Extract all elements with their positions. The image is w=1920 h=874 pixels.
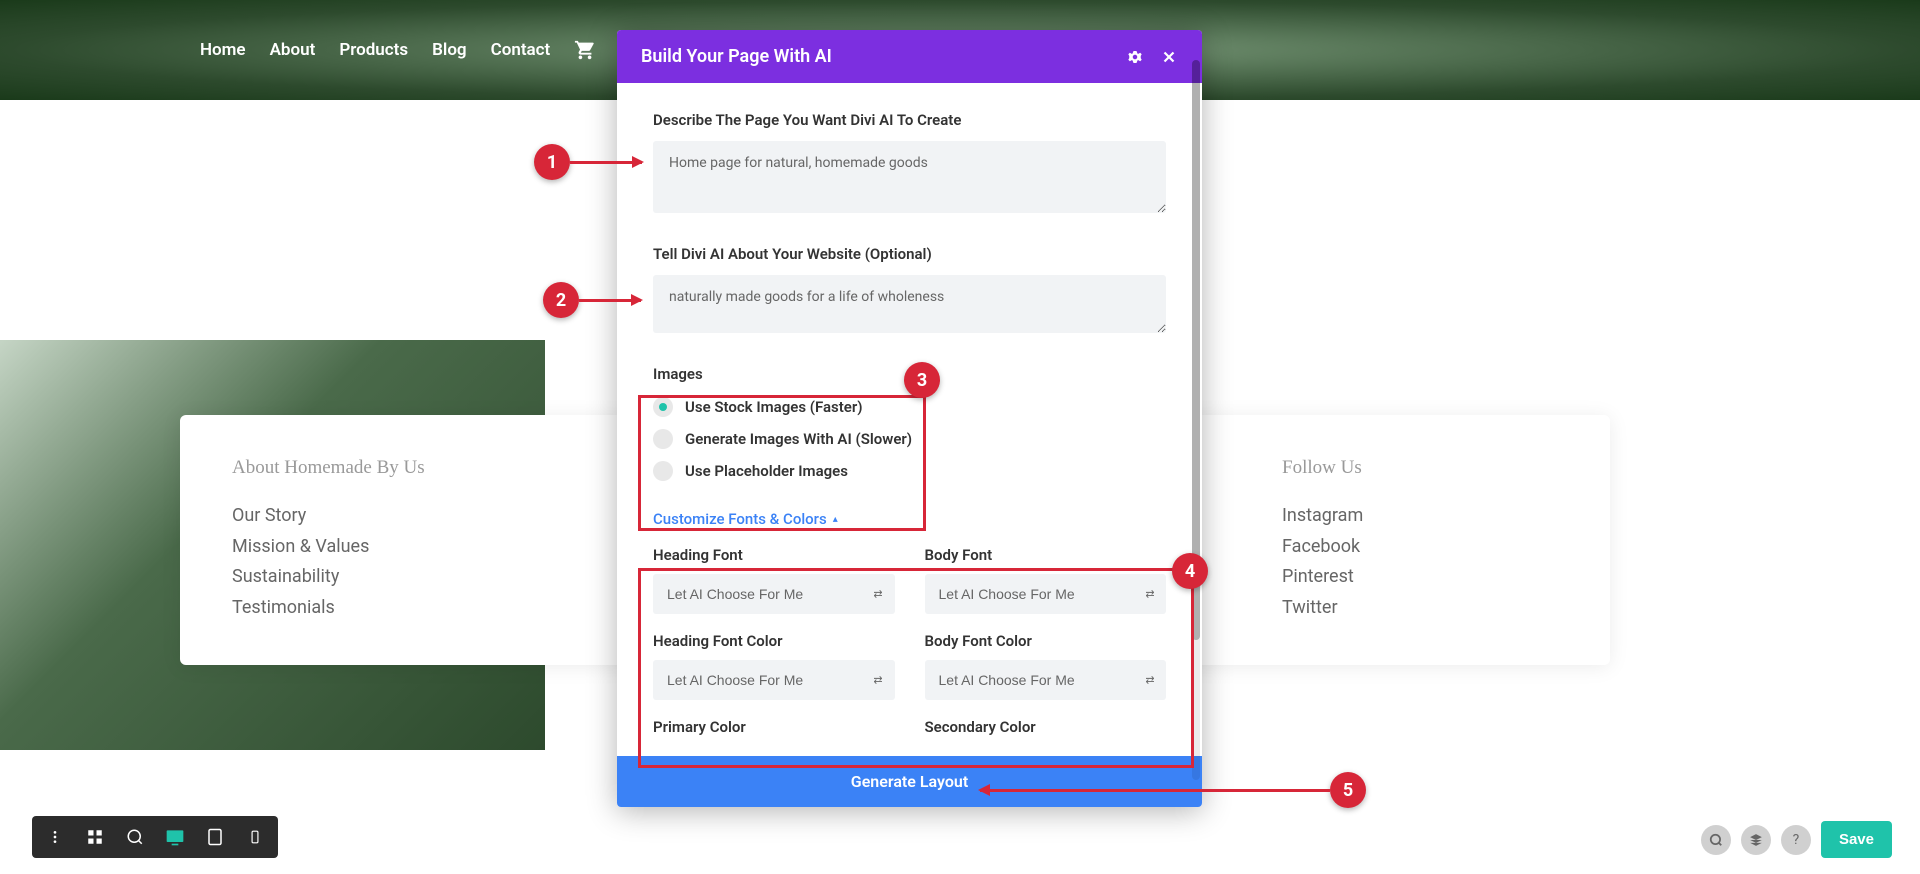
radio-circle-icon (653, 397, 673, 417)
footer-link[interactable]: Facebook (1282, 532, 1558, 563)
font-label: Heading Font (653, 546, 895, 564)
phone-icon[interactable] (242, 824, 268, 850)
nav-contact[interactable]: Contact (491, 40, 551, 60)
describe-label: Describe The Page You Want Divi AI To Cr… (653, 111, 1166, 129)
close-icon[interactable] (1160, 48, 1178, 66)
bottom-toolbar (32, 816, 278, 858)
modal-header-icons (1126, 48, 1178, 66)
heading-color-item: Heading Font Color Let AI Choose For Me (653, 632, 895, 700)
footer-link[interactable]: Our Story (232, 501, 508, 532)
font-label: Body Font Color (925, 632, 1167, 650)
footer-link[interactable]: Testimonials (232, 593, 508, 624)
radio-label: Generate Images With AI (Slower) (685, 430, 912, 448)
arrow-icon (570, 161, 642, 164)
font-grid: Heading Font Let AI Choose For Me Body F… (653, 546, 1166, 756)
annotation-badge: 2 (543, 282, 579, 318)
nav-home[interactable]: Home (200, 40, 246, 60)
gear-icon[interactable] (1126, 48, 1144, 66)
radio-label: Use Stock Images (Faster) (685, 398, 863, 416)
radio-circle-icon (653, 429, 673, 449)
tablet-icon[interactable] (202, 824, 228, 850)
ai-modal: Build Your Page With AI Describe The Pag… (617, 30, 1202, 807)
annotation-4: 4 (1172, 553, 1208, 589)
customize-toggle[interactable]: Customize Fonts & Colors (653, 510, 838, 528)
heading-font-item: Heading Font Let AI Choose For Me (653, 546, 895, 614)
radio-group: Use Stock Images (Faster) Generate Image… (653, 397, 1166, 481)
annotation-badge: 5 (1330, 772, 1366, 808)
annotation-badge: 1 (534, 144, 570, 180)
secondary-color-item: Secondary Color (925, 718, 1167, 736)
radio-ai[interactable]: Generate Images With AI (Slower) (653, 429, 1166, 449)
modal-header: Build Your Page With AI (617, 30, 1202, 83)
desktop-icon[interactable] (162, 824, 188, 850)
describe-group: Describe The Page You Want Divi AI To Cr… (653, 111, 1166, 217)
annotation-badge: 3 (904, 362, 940, 398)
body-color-select[interactable]: Let AI Choose For Me (925, 660, 1167, 700)
annotation-badge: 4 (1172, 553, 1208, 589)
arrow-icon (579, 299, 641, 302)
annotation-2: 2 (543, 282, 641, 318)
primary-color-item: Primary Color (653, 718, 895, 736)
footer-link[interactable]: Pinterest (1282, 562, 1558, 593)
save-button[interactable]: Save (1821, 821, 1892, 858)
annotation-5: 5 (980, 772, 1366, 808)
footer-link[interactable]: Sustainability (232, 562, 508, 593)
annotation-3: 3 (904, 362, 940, 398)
footer-col-about: About Homemade By Us Our Story Mission &… (232, 457, 508, 623)
zoom-icon[interactable] (122, 824, 148, 850)
modal-body: Describe The Page You Want Divi AI To Cr… (617, 83, 1202, 756)
tell-label: Tell Divi AI About Your Website (Optiona… (653, 245, 1166, 263)
wireframe-icon[interactable] (82, 824, 108, 850)
search-circle-icon[interactable] (1701, 825, 1731, 855)
menu-icon[interactable] (42, 824, 68, 850)
footer-link[interactable]: Twitter (1282, 593, 1558, 624)
font-label: Heading Font Color (653, 632, 895, 650)
nav-blog[interactable]: Blog (432, 40, 467, 60)
radio-label: Use Placeholder Images (685, 462, 848, 480)
tell-group: Tell Divi AI About Your Website (Optiona… (653, 245, 1166, 337)
footer-link[interactable]: Instagram (1282, 501, 1558, 532)
bottom-right-controls: ? Save (1701, 821, 1892, 858)
cart-icon[interactable] (574, 39, 596, 61)
body-font-item: Body Font Let AI Choose For Me (925, 546, 1167, 614)
layers-circle-icon[interactable] (1741, 825, 1771, 855)
body-font-select[interactable]: Let AI Choose For Me (925, 574, 1167, 614)
footer-heading: Follow Us (1282, 457, 1558, 479)
heading-color-select[interactable]: Let AI Choose For Me (653, 660, 895, 700)
radio-stock[interactable]: Use Stock Images (Faster) (653, 397, 1166, 417)
font-label: Primary Color (653, 718, 895, 736)
modal-title: Build Your Page With AI (641, 46, 832, 67)
heading-font-select[interactable]: Let AI Choose For Me (653, 574, 895, 614)
describe-input[interactable]: Home page for natural, homemade goods (653, 141, 1166, 213)
annotation-1: 1 (534, 144, 642, 180)
body-color-item: Body Font Color Let AI Choose For Me (925, 632, 1167, 700)
font-label: Secondary Color (925, 718, 1167, 736)
footer-col-follow: Follow Us Instagram Facebook Pinterest T… (1282, 457, 1558, 623)
nav-about[interactable]: About (270, 40, 316, 60)
nav-products[interactable]: Products (339, 40, 408, 60)
radio-circle-icon (653, 461, 673, 481)
tell-input[interactable]: naturally made goods for a life of whole… (653, 275, 1166, 333)
arrow-icon (980, 789, 1330, 792)
footer-link[interactable]: Mission & Values (232, 532, 508, 563)
help-circle-icon[interactable]: ? (1781, 825, 1811, 855)
nav-menu: Home About Products Blog Contact (200, 39, 642, 61)
radio-placeholder[interactable]: Use Placeholder Images (653, 461, 1166, 481)
font-label: Body Font (925, 546, 1167, 564)
footer-heading: About Homemade By Us (232, 457, 508, 479)
